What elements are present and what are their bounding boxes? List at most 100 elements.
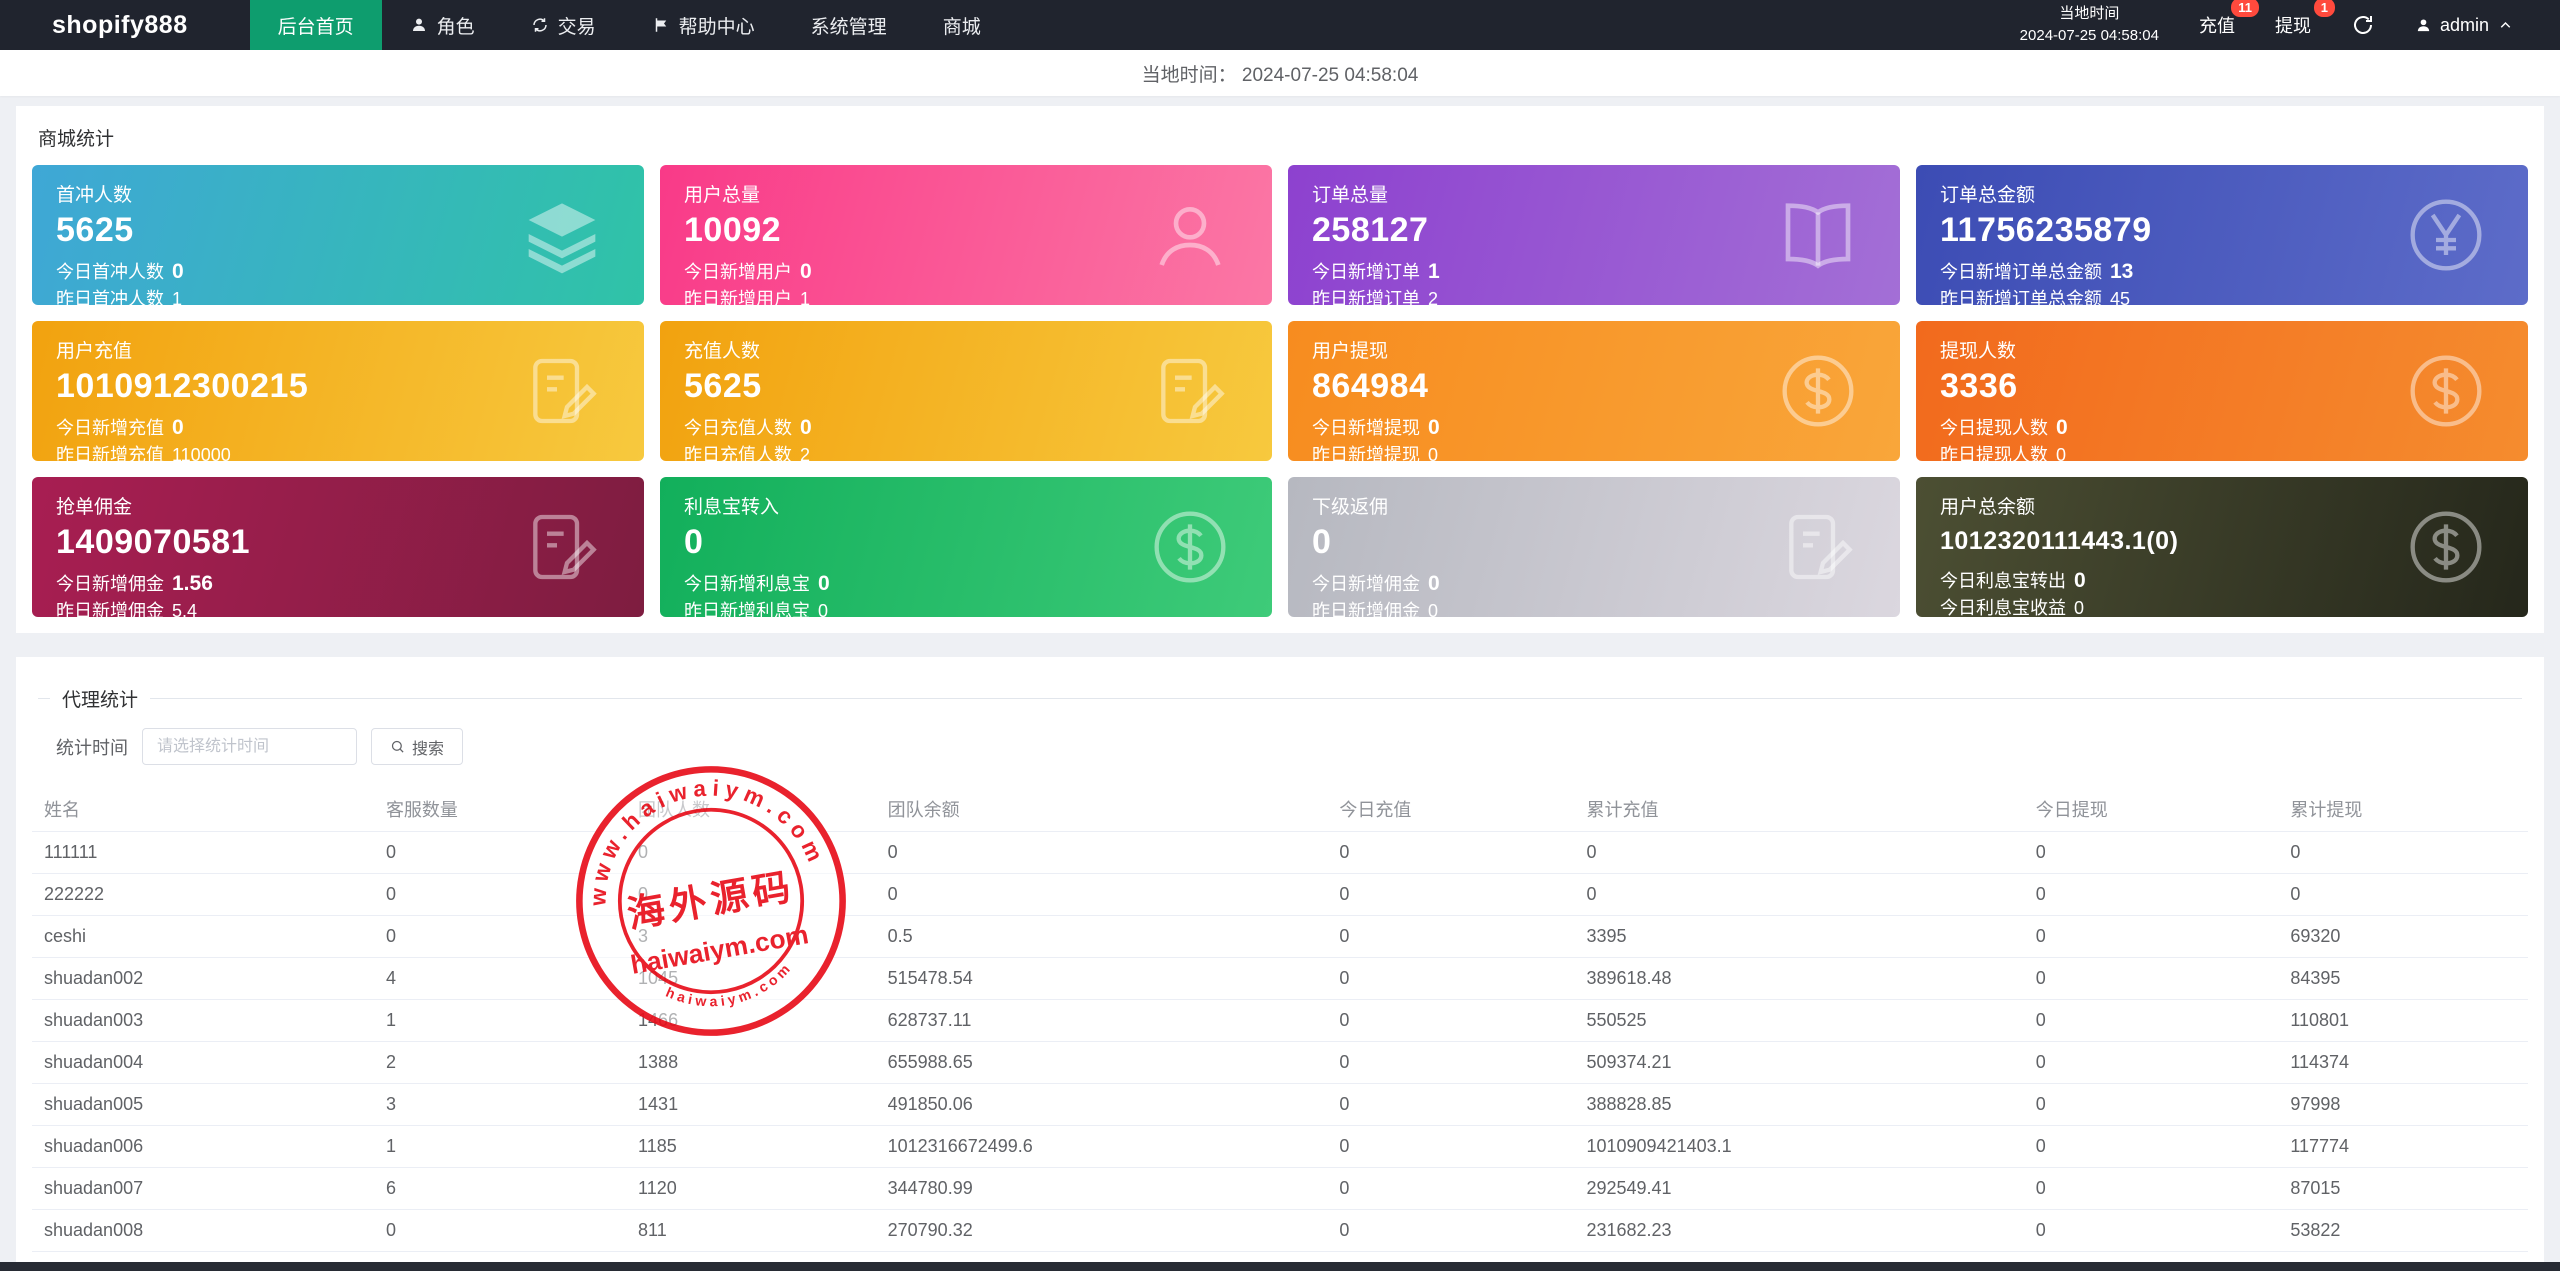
table-cell: ceshi — [32, 915, 374, 958]
stat-card-line2: 昨日新增提现 0 — [1312, 444, 1439, 461]
stat-card-user-total-balance: 用户总余额 1012320111443.1(0) 今日利息宝转出 0 今日利息宝收… — [1916, 477, 2528, 617]
stat-time-label: 统计时间 — [56, 737, 128, 758]
user-menu[interactable]: admin — [2415, 15, 2514, 36]
agent-fieldset: 代理统计 统计时间 搜索 — [38, 685, 2522, 787]
menu-item-help-center[interactable]: 帮助中心 — [624, 0, 783, 50]
table-cell: 270790.32 — [875, 1209, 1328, 1252]
menu-item-system[interactable]: 系统管理 — [783, 0, 915, 50]
table-cell: 0 — [1327, 1167, 1575, 1210]
menu-item-mall[interactable]: 商城 — [915, 0, 1009, 50]
bottom-edge-bar — [0, 1262, 2560, 1271]
table-cell: 0 — [1327, 1125, 1575, 1168]
stat-card-line2: 昨日新增订单总金额 45 — [1940, 288, 2131, 305]
column-header-total-withdraw: 累计提现 — [2278, 787, 2528, 832]
table-cell: 53822 — [2278, 1209, 2528, 1252]
table-cell: 1185 — [626, 1125, 876, 1168]
stat-card-total-order-amount: 订单总金额 11756235879 今日新增订单总金额 13 昨日新增订单总金额 4… — [1916, 165, 2528, 305]
agent-table: 姓名 客服数量 团队人数 团队余额 今日充值 累计充值 今日提现 累计提现 11… — [32, 787, 2528, 1271]
table-cell: 389618.48 — [1574, 957, 2024, 1000]
brand-logo: shopify888 — [52, 10, 188, 39]
table-cell: 550525 — [1574, 999, 2024, 1042]
table-cell: 0 — [2023, 831, 2279, 874]
table-cell: shuadan004 — [32, 1041, 374, 1084]
table-cell: 0 — [875, 873, 1328, 916]
refresh-icon — [2353, 16, 2372, 34]
column-header-today-withdraw: 今日提现 — [2023, 787, 2279, 832]
table-cell: 1012316672499.6 — [875, 1125, 1328, 1168]
table-cell: 0 — [1574, 873, 2024, 916]
table-cell: 3395 — [1574, 915, 2024, 958]
local-time-value: 2024-07-25 04:58:04 — [2019, 27, 2159, 44]
main-menu: 后台首页 角色 交易 帮助中心 系统管理 商城 — [249, 0, 1009, 50]
stat-card-user-recharge: 用户充值 1010912300215 今日新增充值 0 昨日新增充值 110000 — [32, 321, 644, 461]
column-header-team-count: 团队人数 — [626, 787, 876, 832]
search-icon — [391, 740, 404, 753]
mall-stats-panel: 商城统计 首冲人数 5625 今日首冲人数 0 昨日首冲人数 1 用户总量 1009… — [16, 106, 2544, 633]
table-cell: 0 — [2023, 1209, 2279, 1252]
stat-time-input[interactable] — [142, 728, 357, 765]
table-cell: 0 — [373, 873, 627, 916]
local-time-text: 当地时间： 2024-07-25 04:58:04 — [1141, 64, 1419, 86]
table-cell: 0 — [373, 1209, 627, 1252]
table-cell: 0 — [373, 831, 627, 874]
table-cell: 388828.85 — [1574, 1083, 2024, 1126]
stat-card-user-withdraw: 用户提现 864984 今日新增提现 0 昨日新增提现 0 — [1288, 321, 1900, 461]
local-time-bar: 当地时间： 2024-07-25 04:58:04 — [0, 50, 2560, 96]
table-cell: 1 — [373, 1125, 627, 1168]
stat-card-total-users: 用户总量 10092 今日新增用户 0 昨日新增用户 1 — [660, 165, 1272, 305]
search-button-label: 搜索 — [412, 740, 445, 758]
search-button[interactable]: 搜索 — [371, 728, 464, 765]
table-cell: 0 — [373, 915, 627, 958]
agent-section-title: 代理统计 — [62, 690, 139, 711]
dollar-circle-icon — [2406, 507, 2486, 587]
table-cell: 1388 — [626, 1041, 876, 1084]
stat-card-line2: 昨日充值人数 2 — [684, 444, 811, 461]
table-cell: 69320 — [2278, 915, 2528, 958]
stat-cards-grid: 首冲人数 5625 今日首冲人数 0 昨日首冲人数 1 用户总量 10092 今日新… — [32, 165, 2528, 617]
refresh-button[interactable] — [2351, 13, 2375, 37]
table-cell: 811 — [626, 1209, 876, 1252]
table-cell: 111111 — [32, 831, 374, 874]
table-cell: 344780.99 — [875, 1167, 1328, 1210]
table-row: shuadan004 2 1388 655988.65 0 509374.21 0 11… — [32, 1041, 2528, 1084]
menu-item-roles[interactable]: 角色 — [382, 0, 503, 50]
table-cell: 0 — [1327, 1209, 1575, 1252]
table-cell: 0 — [1574, 831, 2024, 874]
table-cell: 515478.54 — [875, 957, 1328, 1000]
table-cell: 292549.41 — [1574, 1167, 2024, 1210]
table-cell: 1045 — [626, 957, 876, 1000]
table-cell: 231682.23 — [1574, 1209, 2024, 1252]
table-cell: 0 — [626, 873, 876, 916]
agent-table-body: 111111 0 00 00 00 222222 0 00 00 00 ceshi 0… — [32, 831, 2528, 1271]
table-row: shuadan006 1 1185 1012316672499.6 0 1010909… — [32, 1125, 2528, 1168]
table-cell: 0 — [2023, 915, 2279, 958]
stat-card-recharge-users: 充值人数 5625 今日充值人数 0 昨日充值人数 2 — [660, 321, 1272, 461]
withdraw-label: 提现 — [2274, 16, 2311, 36]
dollar-circle-icon — [1778, 351, 1858, 431]
table-cell: 0 — [2023, 1125, 2279, 1168]
stat-card-line2: 昨日提现人数 0 — [1940, 444, 2067, 461]
table-row: shuadan008 0 811 270790.32 0 231682.23 0 538… — [32, 1209, 2528, 1252]
table-cell: 114374 — [2278, 1041, 2528, 1084]
table-cell: 110801 — [2278, 999, 2528, 1042]
table-cell: 0 — [1327, 957, 1575, 1000]
table-cell: shuadan003 — [32, 999, 374, 1042]
table-cell: 0 — [2023, 873, 2279, 916]
stat-card-line2: 今日利息宝收益 0 — [1940, 597, 2085, 617]
table-header-row: 姓名 客服数量 团队人数 团队余额 今日充值 累计充值 今日提现 累计提现 — [32, 787, 2528, 832]
top-navbar: shopify888 后台首页 角色 交易 帮助中心 系统管理 商城 当地时间 … — [0, 0, 2560, 50]
recharge-link[interactable]: 充值 11 — [2199, 0, 2259, 38]
table-row: shuadan002 4 1045 515478.54 0 389618.48 0 84… — [32, 957, 2528, 1000]
user-icon — [412, 18, 425, 31]
stat-card-line2: 昨日新增用户 1 — [684, 288, 811, 305]
menu-label: 商城 — [942, 16, 981, 38]
menu-item-trade[interactable]: 交易 — [503, 0, 624, 50]
table-cell: 117774 — [2278, 1125, 2528, 1168]
table-cell: 222222 — [32, 873, 374, 916]
menu-label: 交易 — [557, 16, 596, 38]
withdraw-link[interactable]: 提现 1 — [2274, 0, 2335, 38]
menu-item-dashboard[interactable]: 后台首页 — [249, 0, 382, 50]
recharge-badge: 11 — [2231, 0, 2259, 17]
column-header-total-recharge: 累计充值 — [1574, 787, 2024, 832]
table-cell: 0 — [2278, 873, 2528, 916]
